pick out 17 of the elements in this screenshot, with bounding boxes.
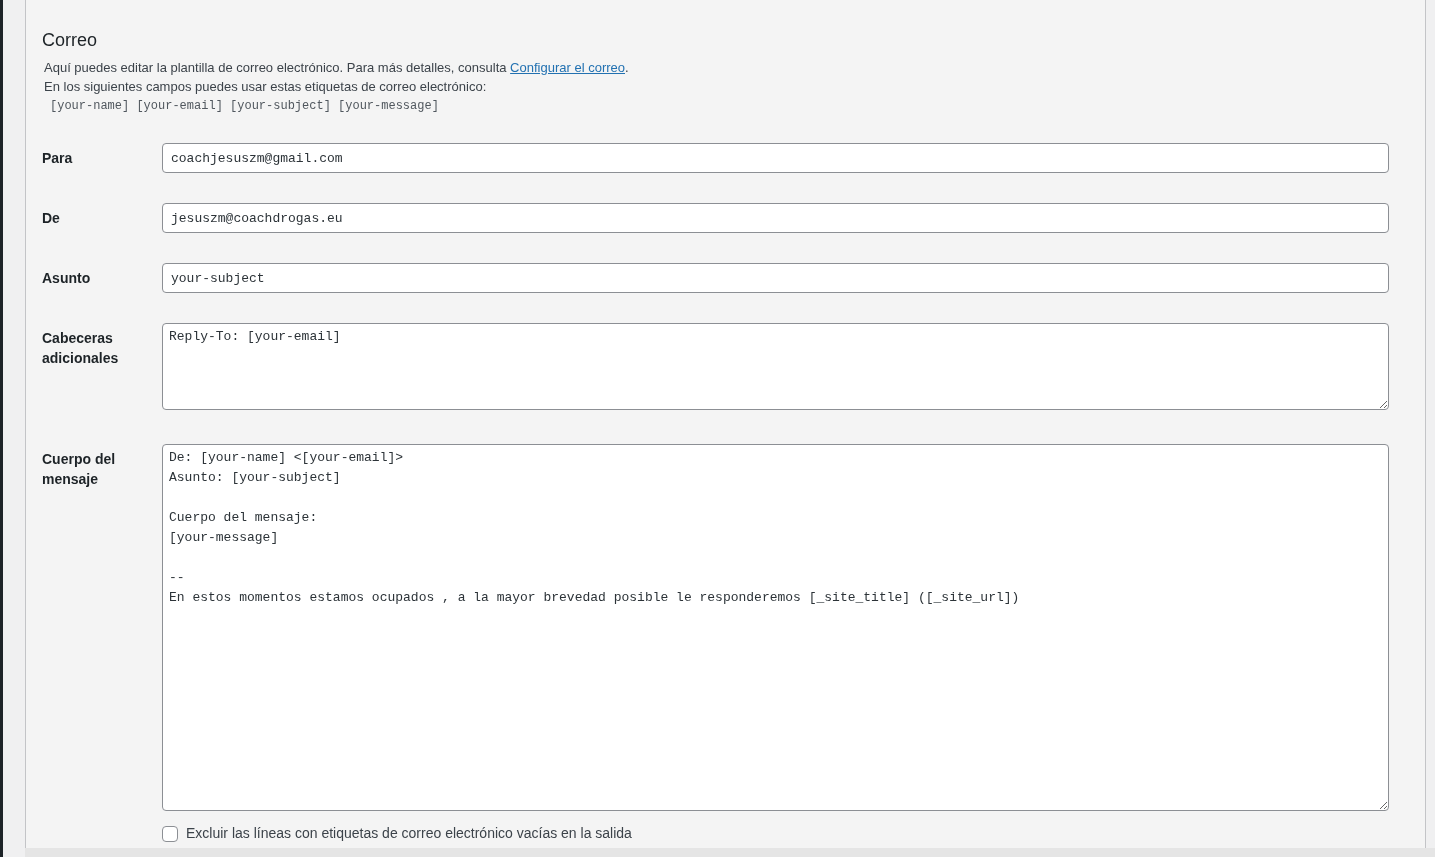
mail-tags: [your-name] [your-email] [your-subject] [your-message] (44, 96, 1425, 116)
field-label: Para (42, 149, 74, 168)
checkbox-label: Excluir las líneas con etiquetas de correo electrónico vacías en la salida (186, 824, 632, 843)
text-field[interactable]: coachjesuszm@gmail.com (162, 143, 1389, 173)
text-field[interactable]: your-subject (162, 263, 1389, 293)
field-label: Cabeceras adicionales (42, 329, 120, 368)
text-area[interactable]: Reply-To: [your-email] (162, 323, 1389, 410)
section-title: Correo (42, 29, 99, 52)
field-label: Asunto (42, 269, 92, 288)
checkbox[interactable] (162, 825, 178, 842)
text-area[interactable]: De: [your-name] <[your-email]> Asunto: [your-subject] Cuerpo del mensaje: [your-message] -- En estos momentos estamos ocupados , a la mayor brevedad posible le responderemos [_site_title] ([_site_url]) (162, 444, 1389, 811)
field-label: De (42, 209, 61, 228)
text-field[interactable]: jesuszm@coachdrogas.eu (162, 203, 1389, 233)
field-label: Cuerpo del mensaje (42, 450, 117, 489)
tags-note: En los siguientes campos puedes usar estas etiquetas de correo electrónico: (44, 78, 488, 96)
intro-text: Aquí puedes editar la plantilla de correo electrónico. Para más detalles, consulta Configurar el correo. (44, 59, 630, 77)
configure-mail-link[interactable]: Configurar el correo (510, 60, 625, 75)
